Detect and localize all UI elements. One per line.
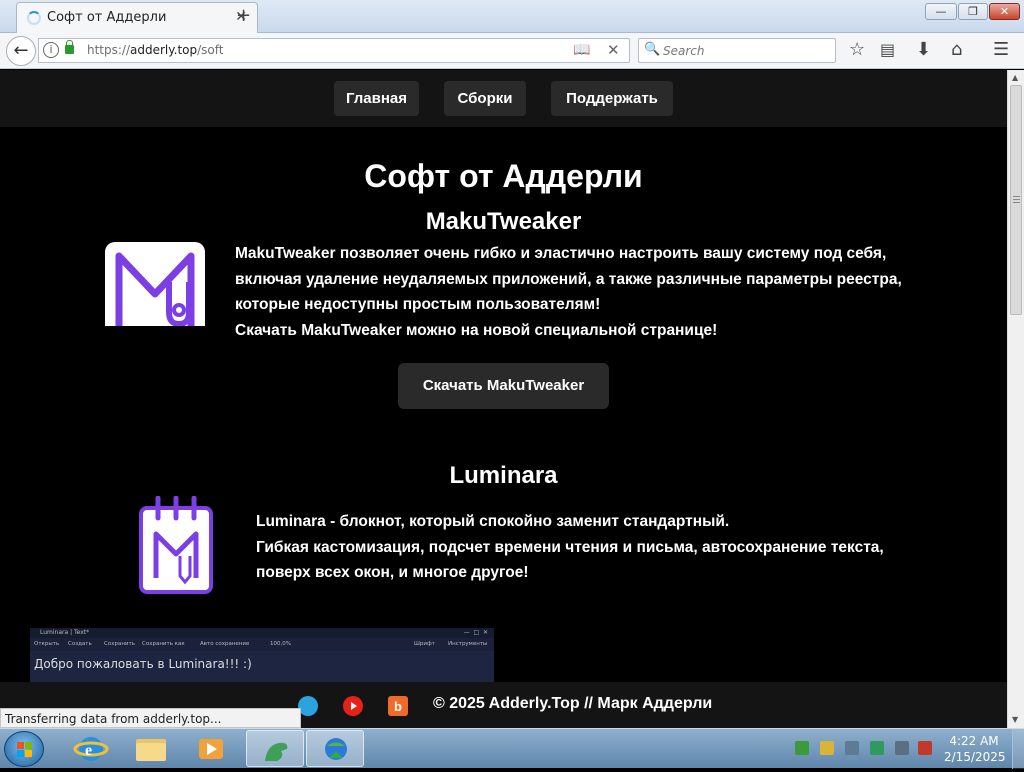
- screenshot-toolbar: Открыть Создать Сохранить Сохранить как …: [30, 638, 494, 651]
- luminara-logo: [138, 495, 214, 596]
- screenshot-titlebar: Luminara | Text* — □ ✕: [30, 628, 494, 638]
- browser-titlebar: Софт от Аддерли ✕ + — ❐ ✕: [0, 0, 1024, 33]
- tray-monitor-icon[interactable]: [895, 741, 909, 755]
- back-button[interactable]: ←: [6, 36, 36, 66]
- taskbar-firefox[interactable]: [306, 730, 364, 767]
- luminara-description: Luminara - блокнот, который спокойно зам…: [256, 513, 884, 581]
- loading-spinner-icon: [27, 11, 41, 25]
- start-button[interactable]: [4, 731, 44, 767]
- dinosaur-app-icon: [265, 742, 288, 761]
- product-title-makutweaker: MakuTweaker: [425, 208, 582, 235]
- download-makutweaker-button[interactable]: Скачать MakuTweaker: [398, 363, 609, 409]
- tray-device-icon[interactable]: [845, 741, 859, 755]
- boosty-icon[interactable]: b: [388, 696, 408, 716]
- taskbar-explorer[interactable]: [122, 730, 180, 767]
- page-title: Софт от Аддерли: [364, 158, 643, 194]
- address-bar[interactable]: i https://adderly.top/soft 📖 ✕: [38, 38, 630, 63]
- svg-text:e: e: [85, 742, 92, 759]
- internet-explorer-icon: e: [73, 737, 109, 761]
- show-desktop-button[interactable]: [1012, 729, 1024, 769]
- scroll-thumb[interactable]: [1010, 85, 1022, 315]
- taskbar-internet-explorer[interactable]: e: [62, 730, 120, 767]
- search-input[interactable]: 🔍 Search: [638, 38, 836, 63]
- restore-window-button[interactable]: ❐: [958, 3, 988, 20]
- home-icon[interactable]: ⌂: [951, 39, 962, 60]
- new-tab-button[interactable]: +: [236, 5, 251, 26]
- luminara-screenshot: Luminara | Text* — □ ✕ Открыть Создать С…: [30, 628, 494, 682]
- lock-icon: [65, 40, 74, 54]
- tray-security-icon[interactable]: [870, 741, 884, 755]
- search-icon: 🔍: [644, 42, 661, 57]
- nav-support-button[interactable]: Поддержать: [551, 81, 673, 116]
- reader-view-icon[interactable]: 📖: [573, 42, 590, 58]
- makutweaker-description: MakuTweaker позволяет очень гибко и элас…: [235, 245, 902, 339]
- bookmark-star-icon[interactable]: ☆: [849, 39, 865, 60]
- tab-title: Софт от Аддерли: [47, 10, 167, 25]
- menu-hamburger-icon[interactable]: ☰: [993, 39, 1009, 60]
- telegram-icon[interactable]: [298, 696, 318, 716]
- media-player-icon: [199, 739, 223, 759]
- bookmarks-list-icon[interactable]: ▤: [880, 40, 895, 59]
- minimize-window-button[interactable]: —: [925, 3, 957, 20]
- taskbar-media-player[interactable]: [182, 730, 240, 767]
- taskbar-app-green[interactable]: [246, 730, 304, 767]
- page-viewport: Главная Сборки Поддержать Софт от Аддерл…: [0, 70, 1007, 728]
- system-clock[interactable]: 4:22 AM 2/15/2025: [944, 733, 1006, 765]
- tray-shield-icon[interactable]: [820, 741, 834, 755]
- globe-download-icon: [325, 738, 347, 760]
- url-text[interactable]: https://adderly.top/soft: [87, 43, 223, 57]
- tray-network-icon[interactable]: [795, 741, 809, 755]
- site-header: Главная Сборки Поддержать: [0, 70, 1007, 127]
- downloads-icon[interactable]: ⬇: [916, 39, 931, 60]
- windows-flag-icon: [17, 742, 33, 758]
- back-arrow-icon: ←: [13, 40, 29, 61]
- browser-status-bar: Transferring data from adderly.top...: [0, 708, 301, 728]
- tray-volume-muted-icon[interactable]: [918, 741, 932, 755]
- browser-tab[interactable]: Софт от Аддерли ✕: [16, 2, 258, 33]
- windows-taskbar: e 4:22 AM 2/15/2025: [0, 728, 1024, 769]
- nav-home-button[interactable]: Главная: [334, 81, 419, 116]
- stop-loading-icon[interactable]: ✕: [607, 41, 620, 59]
- youtube-icon[interactable]: [343, 696, 363, 716]
- scroll-up-icon[interactable]: ▲: [1012, 73, 1018, 82]
- product-title-luminara: Luminara: [449, 462, 558, 489]
- folder-icon: [136, 739, 166, 761]
- browser-navbar: ← i https://adderly.top/soft 📖 ✕ 🔍 Searc…: [0, 33, 1024, 69]
- close-window-button[interactable]: ✕: [989, 3, 1020, 20]
- scroll-down-icon[interactable]: ▼: [1012, 715, 1018, 724]
- nav-builds-button[interactable]: Сборки: [444, 81, 526, 116]
- search-placeholder: Search: [663, 44, 705, 58]
- site-info-icon[interactable]: i: [43, 42, 59, 58]
- makutweaker-logo: [105, 242, 205, 326]
- svg-text:b: b: [394, 699, 402, 714]
- page-scrollbar[interactable]: ▲ ▼: [1007, 70, 1024, 728]
- screenshot-editor-text: Добро пожаловать в Luminara!!! :): [34, 657, 252, 671]
- footer-copyright: © 2025 Adderly.Top // Марк Аддерли: [433, 695, 713, 712]
